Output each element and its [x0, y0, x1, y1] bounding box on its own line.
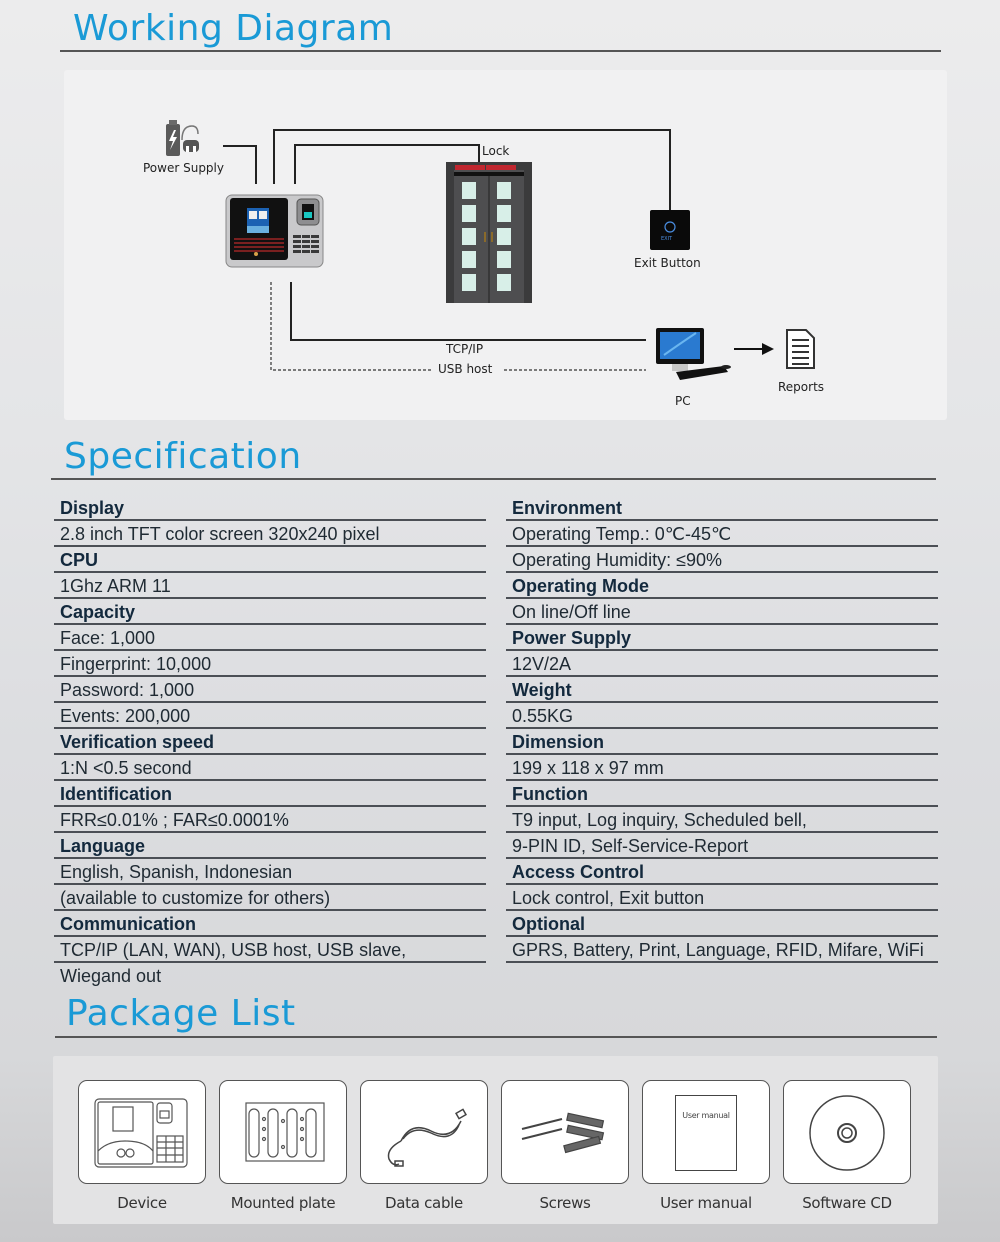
package-label: Device: [117, 1194, 167, 1212]
spec-value: Wiegand out: [60, 966, 162, 986]
power-supply-label: Power Supply: [143, 161, 224, 175]
working-diagram: Power Supply Lock EXIT Exit Button TCP/I…: [64, 70, 947, 420]
package-label: Mounted plate: [230, 1194, 336, 1212]
lock-label: Lock: [482, 144, 510, 158]
package-label: Screws: [539, 1194, 591, 1212]
power-wire: [223, 145, 257, 184]
spec-value: 199 x 118 x 97 mm: [506, 755, 938, 781]
spec-heading: Communication: [54, 911, 486, 937]
package-item-device: Device: [78, 1080, 206, 1212]
spec-value: Fingerprint: 10,000: [54, 651, 486, 677]
spec-value: Password: 1,000: [54, 677, 486, 703]
spec-value: 0.55KG: [506, 703, 938, 729]
data-cable-icon: [360, 1080, 488, 1184]
spec-heading: Environment: [506, 495, 938, 521]
spec-value: Operating Humidity: ≤90%: [506, 547, 938, 573]
package-list-title: Package List: [66, 993, 296, 1034]
spec-value: 1:N <0.5 second: [54, 755, 486, 781]
exit-button-icon: [650, 210, 690, 250]
package-item-mounted-plate: Mounted plate: [219, 1080, 347, 1212]
package-item-screws: Screws: [501, 1080, 629, 1212]
spec-heading: Operating Mode: [506, 573, 938, 599]
spec-column-left: Display 2.8 inch TFT color screen 320x240…: [54, 495, 486, 987]
package-label: Software CD: [802, 1194, 892, 1212]
spec-heading: Power Supply: [506, 625, 938, 651]
spec-heading: Language: [54, 833, 486, 859]
manual-cover: User manual: [675, 1095, 737, 1171]
package-list-rule: [55, 1036, 937, 1038]
spec-value: English, Spanish, Indonesian: [54, 859, 486, 885]
spec-value: 9-PIN ID, Self-Service-Report: [506, 833, 938, 859]
spec-value: 12V/2A: [506, 651, 938, 677]
software-cd-icon: [783, 1080, 911, 1184]
spec-value: Face: 1,000: [54, 625, 486, 651]
spec-column-right: Environment Operating Temp.: 0℃-45℃ Operat…: [506, 495, 938, 963]
package-item-software-cd: Software CD: [783, 1080, 911, 1212]
spec-value: On line/Off line: [506, 599, 938, 625]
spec-heading: Weight: [506, 677, 938, 703]
spec-heading: Capacity: [54, 599, 486, 625]
usb-wire: [270, 282, 432, 371]
spec-value: 2.8 inch TFT color screen 320x240 pixel: [54, 521, 486, 547]
diagram-wires: [166, 120, 815, 380]
spec-value: Events: 200,000: [54, 703, 486, 729]
package-label: User manual: [660, 1194, 752, 1212]
spec-value: GPRS, Battery, Print, Language, RFID, Mi…: [506, 937, 938, 963]
device-icon: [78, 1080, 206, 1184]
exit-button-label: Exit Button: [634, 256, 701, 270]
reports-label: Reports: [778, 380, 825, 394]
spec-value: FRR≤0.01% ; FAR≤0.0001%: [54, 807, 486, 833]
spec-value: (available to customize for others): [54, 885, 486, 911]
spec-value: TCP/IP (LAN, WAN), USB host, USB slave,: [54, 937, 486, 963]
working-diagram-title: Working Diagram: [73, 8, 394, 49]
spec-heading: Optional: [506, 911, 938, 937]
spec-heading: Verification speed: [54, 729, 486, 755]
tcpip-label: TCP/IP: [446, 342, 484, 356]
exit-text: EXIT: [661, 236, 673, 242]
pc-label: PC: [675, 394, 691, 408]
screws-icon: [501, 1080, 629, 1184]
spec-heading: CPU: [54, 547, 486, 573]
package-item-data-cable: Data cable: [360, 1080, 488, 1212]
specification-rule: [51, 478, 936, 480]
spec-heading: Identification: [54, 781, 486, 807]
time-attendance-device-icon: [225, 194, 324, 268]
power-supply-icon: [166, 120, 199, 156]
usb-host-label: USB host: [438, 362, 493, 376]
user-manual-icon: User manual: [642, 1080, 770, 1184]
package-list: Device Mounted plate Data cable Screws U…: [53, 1056, 938, 1224]
pc-icon: [656, 328, 731, 380]
spec-heading: Display: [54, 495, 486, 521]
spec-value: Lock control, Exit button: [506, 885, 938, 911]
door-lock-icon: [446, 162, 532, 303]
specification-title: Specification: [64, 436, 302, 477]
spec-heading: Function: [506, 781, 938, 807]
spec-value: 1Ghz ARM 11: [54, 573, 486, 599]
manual-cover-text: User manual: [682, 1111, 730, 1120]
spec-heading: Access Control: [506, 859, 938, 885]
title-rule: [60, 50, 941, 52]
package-item-user-manual: User manual User manual: [642, 1080, 770, 1212]
spec-value: Operating Temp.: 0℃-45℃: [506, 521, 938, 547]
spec-heading: Dimension: [506, 729, 938, 755]
mounted-plate-icon: [219, 1080, 347, 1184]
reports-icon: [786, 329, 815, 369]
package-label: Data cable: [385, 1194, 463, 1212]
spec-value: T9 input, Log inquiry, Scheduled bell,: [506, 807, 938, 833]
